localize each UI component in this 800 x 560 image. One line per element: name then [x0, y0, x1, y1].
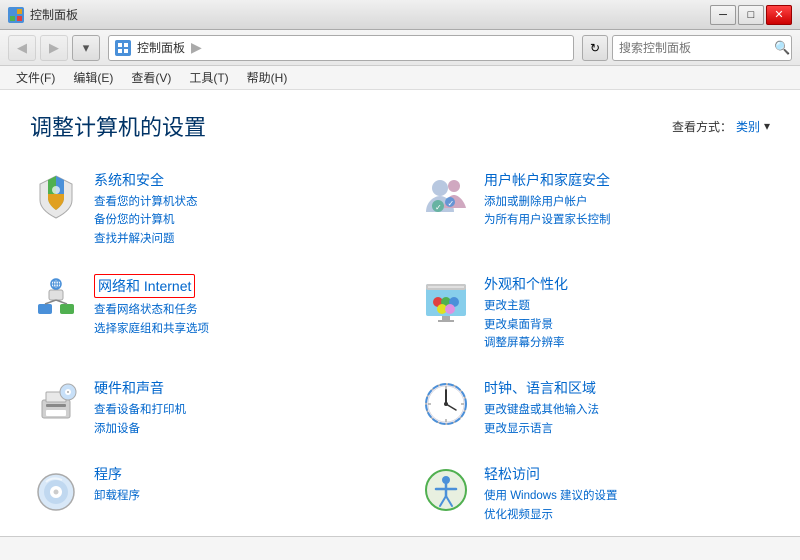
app-icon — [8, 7, 24, 23]
hardware-link-2[interactable]: 添加设备 — [94, 420, 380, 438]
back-button[interactable]: ◀ — [8, 35, 36, 61]
address-bar[interactable]: 控制面板 ▶ — [108, 35, 574, 61]
search-icon: 🔍 — [774, 40, 790, 56]
user-accounts-text: 用户帐户和家庭安全 添加或删除用户帐户 为所有用户设置家长控制 — [484, 170, 770, 230]
view-arrow: ▾ — [764, 119, 770, 133]
svg-text:✓: ✓ — [448, 199, 455, 208]
navigation-bar: ◀ ▶ ▾ 控制面板 ▶ ↻ 🔍 — [0, 30, 800, 66]
appearance-icon — [420, 274, 472, 326]
menu-file[interactable]: 文件(F) — [8, 67, 63, 88]
refresh-button[interactable]: ↻ — [582, 35, 608, 61]
system-link-1[interactable]: 查看您的计算机状态 — [94, 193, 380, 211]
appearance-link-1[interactable]: 更改主题 — [484, 297, 770, 315]
programs-text: 程序 卸载程序 — [94, 464, 380, 505]
system-link-2[interactable]: 备份您的计算机 — [94, 211, 380, 229]
panel-accessibility: 轻松访问 使用 Windows 建议的设置 优化视频显示 — [420, 456, 770, 532]
panel-hardware: 硬件和声音 查看设备和打印机 添加设备 — [30, 370, 380, 446]
system-security-icon — [30, 170, 82, 222]
network-link-2[interactable]: 选择家庭组和共享选项 — [94, 320, 380, 338]
clock-link-1[interactable]: 更改键盘或其他输入法 — [484, 401, 770, 419]
window-controls: ─ □ ✕ — [710, 5, 792, 25]
search-input[interactable] — [619, 41, 774, 55]
view-mode-link[interactable]: 类别 — [736, 118, 760, 135]
panel-programs: 程序 卸载程序 — [30, 456, 380, 532]
programs-link-1[interactable]: 卸载程序 — [94, 487, 380, 505]
close-button[interactable]: ✕ — [766, 5, 792, 25]
network-link-1[interactable]: 查看网络状态和任务 — [94, 301, 380, 319]
page-header: 调整计算机的设置 查看方式： 类别 ▾ — [30, 110, 770, 142]
title-text: 控制面板 — [30, 6, 78, 23]
page-title: 调整计算机的设置 — [30, 110, 206, 142]
maximize-button[interactable]: □ — [738, 5, 764, 25]
hardware-icon — [30, 378, 82, 430]
system-security-text: 系统和安全 查看您的计算机状态 备份您的计算机 查找并解决问题 — [94, 170, 380, 248]
panel-clock: 时钟、语言和区域 更改键盘或其他输入法 更改显示语言 — [420, 370, 770, 446]
view-mode-selector[interactable]: 查看方式： 类别 ▾ — [672, 118, 770, 135]
menu-help[interactable]: 帮助(H) — [239, 67, 296, 88]
appearance-link-3[interactable]: 调整屏幕分辨率 — [484, 334, 770, 352]
clock-icon — [420, 378, 472, 430]
accessibility-text: 轻松访问 使用 Windows 建议的设置 优化视频显示 — [484, 464, 770, 524]
appearance-title[interactable]: 外观和个性化 — [484, 274, 770, 294]
user-accounts-icon: ✓ ✓ — [420, 170, 472, 222]
programs-icon — [30, 464, 82, 516]
hardware-text: 硬件和声音 查看设备和打印机 添加设备 — [94, 378, 380, 438]
system-link-3[interactable]: 查找并解决问题 — [94, 230, 380, 248]
content-area: 调整计算机的设置 查看方式： 类别 ▾ 系统和安全 查看您的计算机状态 — [0, 90, 800, 536]
panel-user-accounts: ✓ ✓ 用户帐户和家庭安全 添加或删除用户帐户 为所有用户设置家长控制 — [420, 162, 770, 256]
svg-text:✓: ✓ — [435, 203, 442, 212]
user-accounts-title[interactable]: 用户帐户和家庭安全 — [484, 170, 770, 190]
network-icon — [30, 274, 82, 326]
user-link-2[interactable]: 为所有用户设置家长控制 — [484, 211, 770, 229]
programs-title[interactable]: 程序 — [94, 464, 380, 484]
system-security-title[interactable]: 系统和安全 — [94, 170, 380, 190]
menu-view[interactable]: 查看(V) — [123, 67, 179, 88]
panel-network: 网络和 Internet 查看网络状态和任务 选择家庭组和共享选项 — [30, 266, 380, 360]
menu-tools[interactable]: 工具(T) — [181, 67, 236, 88]
minimize-button[interactable]: ─ — [710, 5, 736, 25]
title-bar: 控制面板 ─ □ ✕ — [0, 0, 800, 30]
recent-pages-button[interactable]: ▾ — [72, 35, 100, 61]
panel-grid: 系统和安全 查看您的计算机状态 备份您的计算机 查找并解决问题 ✓ ✓ — [30, 162, 770, 532]
address-icon — [115, 40, 131, 56]
user-link-1[interactable]: 添加或删除用户帐户 — [484, 193, 770, 211]
accessibility-link-1[interactable]: 使用 Windows 建议的设置 — [484, 487, 770, 505]
forward-button[interactable]: ▶ — [40, 35, 68, 61]
address-text: 控制面板 — [137, 39, 185, 56]
accessibility-icon — [420, 464, 472, 516]
clock-title[interactable]: 时钟、语言和区域 — [484, 378, 770, 398]
accessibility-title[interactable]: 轻松访问 — [484, 464, 770, 484]
network-text: 网络和 Internet 查看网络状态和任务 选择家庭组和共享选项 — [94, 274, 380, 338]
panel-appearance: 外观和个性化 更改主题 更改桌面背景 调整屏幕分辨率 — [420, 266, 770, 360]
title-bar-left: 控制面板 — [8, 6, 78, 23]
clock-link-2[interactable]: 更改显示语言 — [484, 420, 770, 438]
clock-text: 时钟、语言和区域 更改键盘或其他输入法 更改显示语言 — [484, 378, 770, 438]
appearance-text: 外观和个性化 更改主题 更改桌面背景 调整屏幕分辨率 — [484, 274, 770, 352]
status-bar — [0, 536, 800, 560]
menu-edit[interactable]: 编辑(E) — [65, 67, 121, 88]
hardware-link-1[interactable]: 查看设备和打印机 — [94, 401, 380, 419]
hardware-title[interactable]: 硬件和声音 — [94, 378, 380, 398]
menu-bar: 文件(F) 编辑(E) 查看(V) 工具(T) 帮助(H) — [0, 66, 800, 90]
search-bar[interactable]: 🔍 — [612, 35, 792, 61]
network-title[interactable]: 网络和 Internet — [94, 274, 195, 298]
accessibility-link-2[interactable]: 优化视频显示 — [484, 506, 770, 524]
view-label: 查看方式： — [672, 118, 732, 135]
address-separator: ▶ — [191, 39, 202, 56]
appearance-link-2[interactable]: 更改桌面背景 — [484, 316, 770, 334]
panel-system-security: 系统和安全 查看您的计算机状态 备份您的计算机 查找并解决问题 — [30, 162, 380, 256]
